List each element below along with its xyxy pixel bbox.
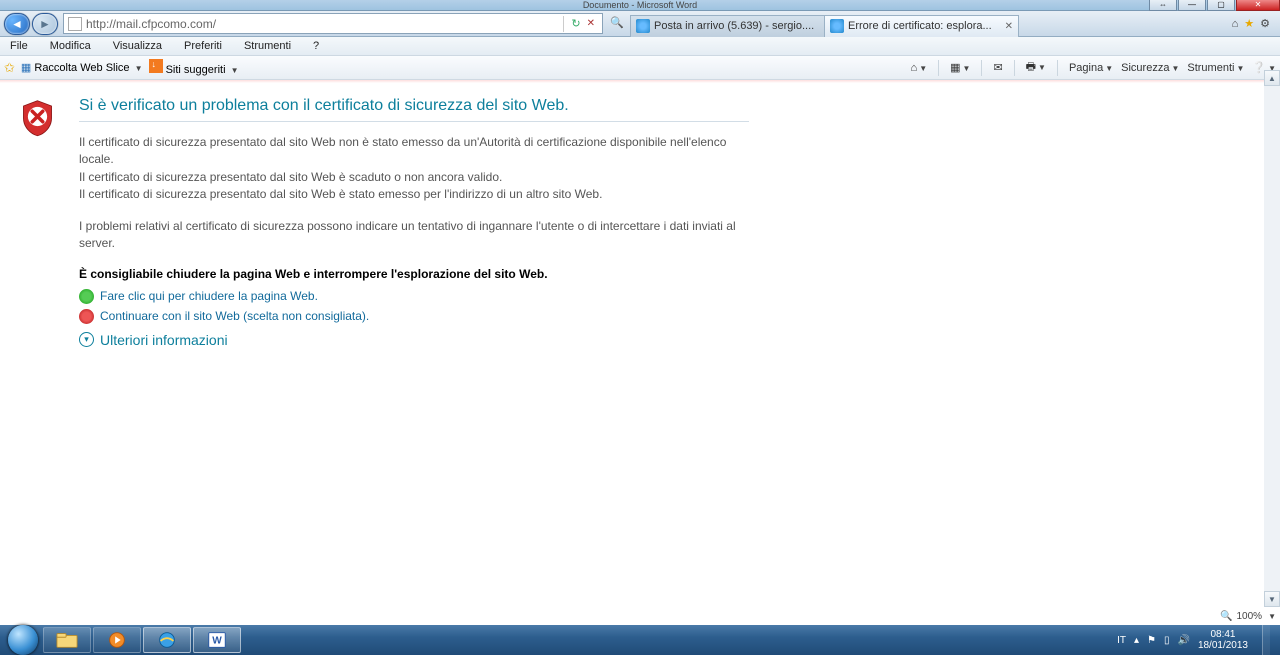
error-detail-line: Il certificato di sicurezza presentato d… (79, 186, 749, 203)
tray-lang[interactable]: IT (1117, 635, 1126, 646)
suggested-icon (149, 59, 163, 73)
taskbar-word[interactable]: W (193, 627, 241, 653)
error-heading: Si è verificato un problema con il certi… (79, 97, 749, 115)
scroll-up-icon[interactable]: ▲ (1264, 70, 1280, 86)
taskbar-explorer[interactable] (43, 627, 91, 653)
taskbar-mediaplayer[interactable] (93, 627, 141, 653)
dropdown-icon: ▼ (231, 66, 239, 75)
zoom-icon[interactable]: 🔍 (1220, 611, 1232, 622)
maximize-button[interactable]: ▢ (1207, 0, 1235, 11)
favicon-icon (830, 19, 844, 33)
expand-icon[interactable]: ▾ (79, 332, 94, 347)
tools-gear-icon[interactable]: ⚙ (1260, 17, 1270, 30)
start-button[interactable] (4, 625, 42, 655)
search-icon[interactable]: 🔍 (610, 16, 626, 32)
close-button[interactable]: ✕ (1236, 0, 1280, 11)
menu-help[interactable]: ? (309, 39, 323, 53)
back-button[interactable]: ◄ (4, 13, 30, 35)
menu-bar: File Modifica Visualizza Preferiti Strum… (0, 37, 1280, 56)
address-bar[interactable]: ↻ ✕ (63, 13, 603, 34)
cmd-tools[interactable]: Strumenti▼ (1187, 62, 1244, 74)
zoom-dropdown-icon[interactable]: ▼ (1268, 612, 1276, 621)
suggested-sites-link[interactable]: Siti suggeriti ▼ (149, 59, 239, 76)
page-content: Si è verificato un problema con il certi… (0, 83, 1280, 367)
tray-clock[interactable]: 08:41 18/01/2013 (1198, 629, 1248, 651)
tab-cert-error[interactable]: Errore di certificato: esplora... ✕ (824, 15, 1019, 37)
menu-tools[interactable]: Strumenti (240, 39, 295, 53)
window-titlebar: Documento - Microsoft Word ⇔ — ▢ ✕ (0, 0, 1280, 11)
menu-file[interactable]: File (6, 39, 32, 53)
tab-inbox[interactable]: Posta in arrivo (5.639) - sergio.... (630, 15, 825, 37)
close-page-link[interactable]: Fare clic qui per chiudere la pagina Web… (100, 289, 318, 303)
continue-anyway-link[interactable]: Continuare con il sito Web (scelta non c… (100, 309, 369, 323)
page-icon (68, 17, 82, 31)
home-icon[interactable]: ⌂ (1232, 18, 1239, 30)
favorites-bar: ✩ ▦ Raccolta Web Slice ▼ Siti suggeriti … (0, 56, 1280, 80)
ok-icon (79, 289, 94, 304)
menu-view[interactable]: Visualizza (109, 39, 166, 53)
tab-strip: Posta in arrivo (5.639) - sergio.... Err… (630, 11, 1226, 37)
cmd-page[interactable]: Pagina▼ (1069, 62, 1113, 74)
tray-volume-icon[interactable]: 🔊 (1177, 635, 1189, 646)
tray-network-icon[interactable]: ▯ (1164, 635, 1170, 646)
cmd-safety[interactable]: Sicurezza▼ (1121, 62, 1179, 74)
webslice-link[interactable]: ▦ Raccolta Web Slice ▼ (21, 61, 143, 74)
split-icon[interactable]: ⇔ (1149, 0, 1177, 11)
vertical-scrollbar[interactable]: ▲ ▼ (1264, 70, 1280, 607)
feeds-icon[interactable]: ▦▼ (950, 61, 970, 74)
favorites-star-icon[interactable]: ★ (1244, 17, 1254, 30)
refresh-icon[interactable]: ↻ (568, 17, 583, 30)
minimize-button[interactable]: — (1178, 0, 1206, 11)
navigation-bar: ◄ ► ↻ ✕ 🔍 Posta in arrivo (5.639) - serg… (0, 11, 1280, 37)
dropdown-icon: ▼ (135, 64, 143, 73)
error-warning-text: I problemi relativi al certificato di si… (79, 218, 749, 253)
print-icon[interactable]: 🖶▼ (1026, 58, 1046, 77)
show-desktop-button[interactable] (1262, 625, 1270, 655)
home-icon[interactable]: ⌂▼ (911, 62, 928, 74)
stop-icon[interactable]: ✕ (584, 18, 598, 29)
zoom-level: 100% (1237, 611, 1263, 622)
favicon-icon (636, 19, 650, 33)
scroll-down-icon[interactable]: ▼ (1264, 591, 1280, 607)
shield-error-icon (20, 99, 55, 137)
status-zoom: 🔍 100% ▼ (1220, 607, 1276, 625)
more-info-link[interactable]: Ulteriori informazioni (100, 332, 228, 348)
svg-text:W: W (212, 636, 222, 647)
taskbar: W IT ▴ ⚑ ▯ 🔊 08:41 18/01/2013 (0, 625, 1280, 655)
background-app-title: Documento - Microsoft Word (583, 0, 697, 10)
menu-favorites[interactable]: Preferiti (180, 39, 226, 53)
menu-edit[interactable]: Modifica (46, 39, 95, 53)
error-recommendation: È consigliabile chiudere la pagina Web e… (79, 266, 749, 283)
forward-button[interactable]: ► (32, 13, 58, 35)
error-detail-line: Il certificato di sicurezza presentato d… (79, 169, 749, 186)
system-tray: IT ▴ ⚑ ▯ 🔊 08:41 18/01/2013 (1117, 625, 1276, 655)
tab-label: Posta in arrivo (5.639) - sergio.... (654, 20, 819, 32)
tray-flag-icon[interactable]: ⚑ (1147, 635, 1156, 646)
warning-icon (79, 309, 94, 324)
add-favorite-icon[interactable]: ✩ (4, 60, 15, 76)
error-detail-line: Il certificato di sicurezza presentato d… (79, 134, 749, 169)
url-input[interactable] (86, 17, 561, 31)
readmail-icon[interactable]: ✉ (993, 61, 1002, 74)
tab-close-icon[interactable]: ✕ (1005, 21, 1013, 32)
tray-show-hidden-icon[interactable]: ▴ (1134, 635, 1139, 646)
taskbar-ie[interactable] (143, 627, 191, 653)
tab-label: Errore di certificato: esplora... (848, 20, 1002, 32)
